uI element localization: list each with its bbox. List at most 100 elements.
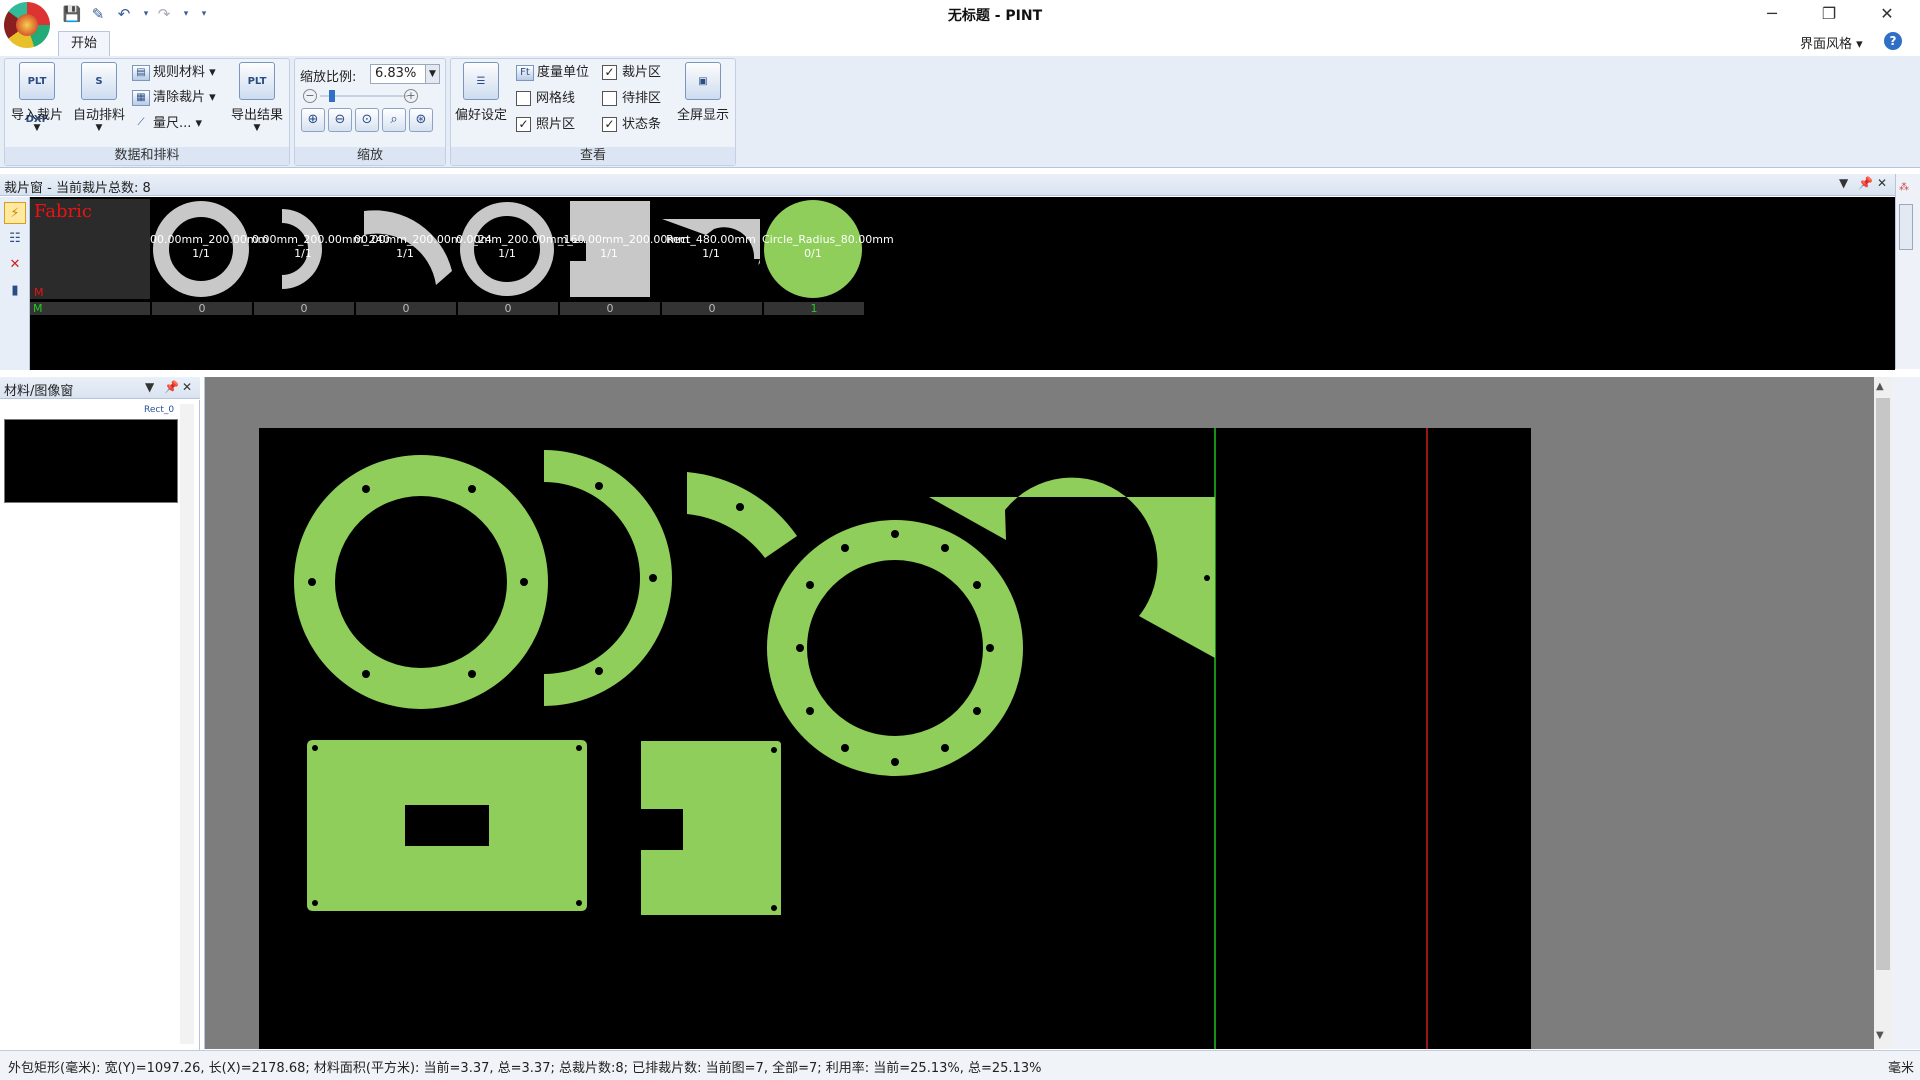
checkbox-unchecked[interactable] [516,91,531,106]
preferences-button[interactable]: ☰ 偏好设定 [452,62,510,123]
panel-menu-icon[interactable]: ▼ [1839,176,1848,190]
restore-button[interactable]: ❐ [1800,0,1858,28]
piece-count: 0 [356,302,456,315]
zoom-plus-icon[interactable]: + [404,89,418,103]
piece-area-checkbox[interactable]: ✓ 裁片区 [602,62,661,84]
panel-close-icon[interactable]: ✕ [1877,176,1887,190]
piece-window-header [0,174,1895,196]
zoom-in-icon[interactable]: ⊕ [301,108,325,132]
status-text: 外包矩形(毫米): 宽(Y)=1097.26, 长(X)=2178.68; 材料… [8,1061,1042,1076]
pin-icon[interactable]: 📌 [1858,176,1873,190]
import-pieces-label: 导入裁片 [10,108,63,123]
piece-name: 00.00mm_200.00mm [150,233,269,246]
scrollbar-thumb[interactable] [1876,398,1890,970]
side-tab[interactable] [1899,204,1913,250]
side-tab-icon[interactable]: ⁂ [1899,182,1909,193]
scroll-up-icon[interactable]: ▲ [1876,381,1884,392]
piece-count: 0 [560,302,660,315]
scroll-down-icon[interactable]: ▼ [1876,1030,1884,1041]
fabric-cell[interactable]: Fabric M [30,199,150,299]
piece-count: 0 [662,302,762,315]
clear-pieces-button[interactable]: ▦ 清除裁片 ▾ [132,87,216,109]
auto-nest-label: 自动排料 [72,108,125,123]
zoom-window-icon[interactable]: ⌕ [382,108,406,132]
fabric-label: Fabric [34,201,92,222]
rule-material-button[interactable]: ▤ 规则材料 ▾ [132,62,216,84]
zoom-minus-icon[interactable]: − [303,89,317,103]
minimize-button[interactable]: ─ [1743,0,1801,28]
clear-pieces-icon: ▦ [132,89,150,106]
photo-area-checkbox[interactable]: ✓ 照片区 [516,114,575,136]
group-label: 缩放 [295,147,445,165]
material-window-title: 材料/图像窗 [4,384,74,399]
material-scrollbar[interactable] [180,404,194,1044]
piece-name: _160.00mm_200.00mm [558,233,689,246]
checkbox-unchecked[interactable] [602,91,617,106]
checkbox-checked[interactable]: ✓ [516,117,531,132]
lightning-icon[interactable]: ⚡ [4,202,26,224]
pin-icon[interactable]: 📌 [164,380,179,394]
fullscreen-icon: ▣ [685,62,721,100]
material-thumb-label: Rect_0 [144,405,175,415]
ruler-button[interactable]: ⟋ 量尺... ▾ [132,113,203,135]
zoom-out-icon[interactable]: ⊖ [328,108,352,132]
delete-piece-icon[interactable]: ✕ [4,254,26,276]
status-bar-checkbox[interactable]: ✓ 状态条 [602,114,661,136]
chevron-down-icon: ▼ [95,123,103,133]
fabric-count: M [30,302,150,315]
piece-quantity: 1/1 [192,247,210,260]
chevron-down-icon: ▼ [253,123,261,133]
piece-quantity: 1/1 [702,247,720,260]
piece-count: 0 [152,302,252,315]
measure-unit-button[interactable]: Ft 度量单位 [516,62,589,84]
zoom-dropdown-icon[interactable]: ▼ [425,65,439,83]
piece-quantity: 0/1 [804,247,822,260]
export-result-label: 导出结果 [230,108,283,123]
ruler-label: 量尺... ▾ [153,116,203,131]
close-button[interactable]: ✕ [1858,0,1916,28]
material-thumbnail[interactable] [4,419,178,503]
fabric-marker: M [34,286,44,299]
import-pieces-button[interactable]: PLT DXF 导入裁片 ▼ [8,62,66,133]
zoom-fit-icon[interactable]: ⊙ [355,108,379,132]
pending-area-label: 待排区 [622,91,662,106]
zoom-all-icon[interactable]: ⊛ [409,108,433,132]
group-label: 数据和排料 [5,147,289,165]
list-icon[interactable]: ☷ [4,228,26,250]
piece-quantity: 1/1 [498,247,516,260]
fullscreen-label: 全屏显示 [676,108,729,123]
zoom-slider-thumb[interactable] [329,90,335,102]
measure-unit-label: 度量单位 [537,65,590,80]
piece-window-title: 裁片窗 - 当前裁片总数: 8 [4,181,151,196]
help-icon[interactable]: ? [1884,32,1902,50]
piece-name: 0.00mm_200.00mm_240 [252,233,390,246]
ui-style-menu[interactable]: 界面风格 ▾ [1800,33,1863,52]
auto-nest-button[interactable]: S 自动排料 ▼ [70,62,128,133]
preferences-label: 偏好设定 [454,108,507,123]
material-sheet[interactable] [259,428,1531,1049]
ruler-icon: ⟋ [137,116,145,128]
preferences-icon: ☰ [463,62,499,100]
zoom-ratio-label: 缩放比例: [300,70,357,85]
pending-area-checkbox[interactable]: 待排区 [602,88,661,110]
piece-quantity: 1/1 [396,247,414,260]
grid-checkbox[interactable]: 网格线 [516,88,575,110]
piece-name: Circle_Radius_80.00mm [762,233,894,246]
piece-count: 0 [254,302,354,315]
checkbox-checked[interactable]: ✓ [602,65,617,80]
tab-start[interactable]: 开始 [58,31,110,56]
checkbox-checked[interactable]: ✓ [602,117,617,132]
window-title: 无标题 - PINT [947,8,1043,24]
clear-pieces-label: 清除裁片 ▾ [153,90,216,105]
unit-label: 毫米 [1888,1061,1915,1076]
panel-menu-icon[interactable]: ▼ [145,380,154,394]
piece-name: 00.00mm_200.00mm_24 [354,233,492,246]
panel-close-icon[interactable]: ✕ [182,380,192,394]
fullscreen-button[interactable]: ▣ 全屏显示 [672,62,734,123]
properties-icon[interactable]: ▮ [4,280,26,302]
app-logo-icon[interactable] [4,2,50,48]
grid-label: 网格线 [536,91,576,106]
export-result-button[interactable]: PLT 导出结果 ▼ [228,62,286,133]
group-label: 查看 [451,147,735,165]
piece-count: 0 [458,302,558,315]
